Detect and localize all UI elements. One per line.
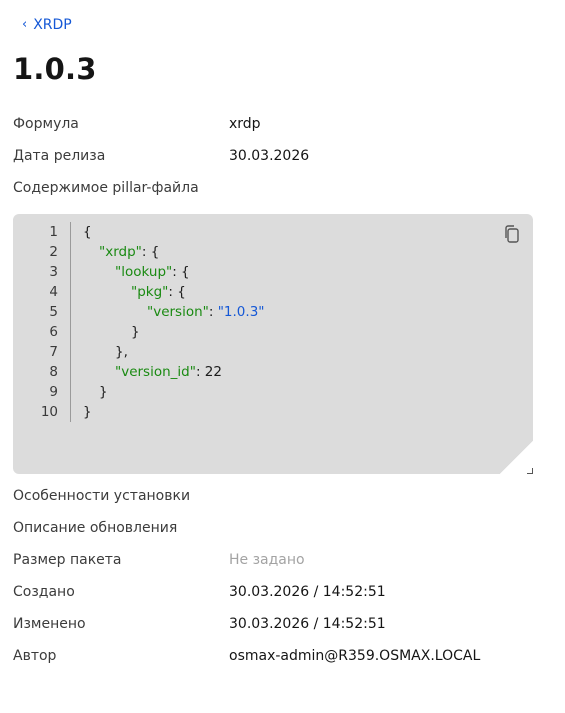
line-number: 5 — [49, 304, 58, 320]
code-line: "lookup": { — [83, 262, 265, 282]
formula-value: xrdp — [229, 116, 261, 132]
line-number: 8 — [49, 364, 58, 380]
page-title: 1.0.3 — [13, 52, 97, 86]
pillar-code-editor[interactable]: 1 2 3 4 5 6 7 8 9 10 { "xrdp": { "lookup… — [13, 214, 533, 474]
gutter-divider — [70, 222, 71, 422]
release-date-value: 30.03.2026 — [229, 148, 310, 164]
line-number-gutter: 1 2 3 4 5 6 7 8 9 10 — [13, 222, 58, 422]
code-line: "xrdp": { — [83, 242, 265, 262]
code-line: "version_id": 22 — [83, 362, 265, 382]
package-size-value: Не задано — [229, 552, 305, 568]
package-size-label: Размер пакета — [13, 552, 122, 568]
code-line: } — [83, 382, 265, 402]
modified-label: Изменено — [13, 616, 86, 632]
code-token: "pkg" — [131, 284, 169, 300]
code-token: }, — [115, 344, 128, 360]
code-token: } — [83, 404, 92, 420]
code-token: : { — [172, 264, 190, 280]
code-token: "lookup" — [115, 264, 173, 280]
code-line: } — [83, 322, 265, 342]
code-token: "xrdp" — [99, 244, 142, 260]
code-token: } — [131, 324, 140, 340]
code-line: }, — [83, 342, 265, 362]
modified-value: 30.03.2026 / 14:52:51 — [229, 616, 386, 632]
line-number: 7 — [49, 344, 58, 360]
code-token: : — [208, 304, 218, 320]
back-link[interactable]: ‹ XRDP — [22, 17, 72, 33]
code-token: : { — [141, 244, 160, 260]
code-token: : { — [168, 284, 186, 300]
code-line: } — [83, 402, 265, 422]
line-number: 2 — [49, 244, 58, 260]
line-number: 3 — [49, 264, 58, 280]
formula-label: Формула — [13, 116, 79, 132]
release-date-label: Дата релиза — [13, 148, 106, 164]
install-features-label: Особенности установки — [13, 488, 191, 504]
line-number: 10 — [40, 404, 58, 420]
line-number: 6 — [49, 324, 58, 340]
code-line: "pkg": { — [83, 282, 265, 302]
author-value: osmax-admin@R359.OSMAX.LOCAL — [229, 648, 481, 664]
copy-icon[interactable] — [503, 224, 521, 244]
author-label: Автор — [13, 648, 57, 664]
created-value: 30.03.2026 / 14:52:51 — [229, 584, 386, 600]
code-token: "version" — [147, 304, 209, 320]
code-token: { — [83, 224, 92, 240]
code-token: "version_id" — [115, 364, 196, 380]
code-token: : 22 — [195, 364, 222, 380]
code-line: "version": "1.0.3" — [83, 302, 265, 322]
code-token: } — [99, 384, 108, 400]
chevron-left-icon: ‹ — [22, 16, 28, 32]
code-line: { — [83, 222, 265, 242]
line-number: 4 — [49, 284, 58, 300]
line-number: 1 — [49, 224, 58, 240]
resize-grip-icon[interactable] — [527, 468, 533, 474]
pillar-label: Содержимое pillar-файла — [13, 180, 199, 196]
code-token: "1.0.3" — [217, 304, 265, 320]
code-content: { "xrdp": { "lookup": { "pkg": { "versio… — [83, 222, 265, 422]
update-description-label: Описание обновления — [13, 520, 178, 536]
line-number: 9 — [49, 384, 58, 400]
created-label: Создано — [13, 584, 75, 600]
back-link-label: XRDP — [33, 17, 72, 33]
